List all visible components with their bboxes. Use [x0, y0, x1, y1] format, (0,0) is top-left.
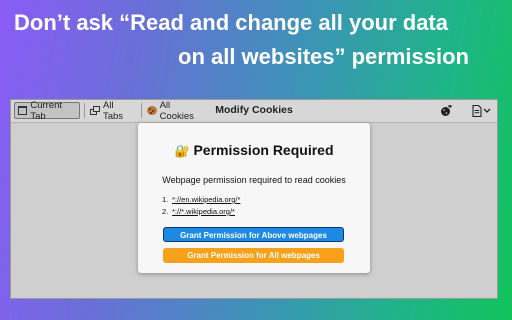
add-cookie-icon[interactable]	[439, 104, 453, 118]
url-link[interactable]: *://en.wikipedia.org/*	[172, 195, 240, 204]
lock-key-icon: 🔐	[174, 144, 190, 158]
list-item: 1. *://en.wikipedia.org/*	[162, 194, 240, 206]
permission-dialog: 🔐 Permission Required Webpage permission …	[138, 123, 370, 273]
grant-all-webpages-button[interactable]: Grant Permission for All webpages	[163, 248, 344, 263]
toolbar: Current Tab All Tabs All Cookies Modify …	[11, 100, 497, 123]
dialog-title: 🔐 Permission Required	[138, 142, 370, 158]
tab-current-tab-label: Current Tab	[30, 99, 63, 122]
tab-all-cookies[interactable]: All Cookies	[144, 99, 208, 122]
tab-current-tab[interactable]: Current Tab	[14, 99, 80, 122]
permission-url-list: 1. *://en.wikipedia.org/* 2. *://*.wikiped…	[162, 194, 240, 218]
url-link[interactable]: *://*.wikipedia.org/*	[172, 207, 235, 216]
list-number: 2.	[162, 207, 169, 216]
grant-above-webpages-button[interactable]: Grant Permission for Above webpages	[163, 227, 344, 242]
export-dropdown-icon	[472, 105, 491, 117]
list-number: 1.	[162, 195, 169, 204]
dialog-title-text: Permission Required	[193, 142, 334, 158]
list-item: 2. *://*.wikipedia.org/*	[162, 206, 240, 218]
toolbar-divider	[141, 103, 142, 118]
window-icon	[18, 106, 28, 115]
dialog-message: Webpage permission required to read cook…	[162, 175, 346, 185]
tab-all-tabs-label: All Tabs	[102, 99, 124, 122]
add-cookie-icon-svg	[441, 105, 452, 116]
cookie-icon	[147, 106, 157, 115]
export-dropdown-button[interactable]	[471, 104, 493, 118]
toolbar-divider	[84, 103, 85, 118]
tab-all-cookies-label: All Cookies	[159, 99, 194, 122]
headline-line-1: Don’t ask “Read and change all your data	[14, 10, 448, 35]
tabs-icon	[90, 106, 100, 115]
headline-line-2: on all websites” permission	[178, 44, 469, 69]
tab-all-tabs[interactable]: All Tabs	[87, 99, 139, 122]
